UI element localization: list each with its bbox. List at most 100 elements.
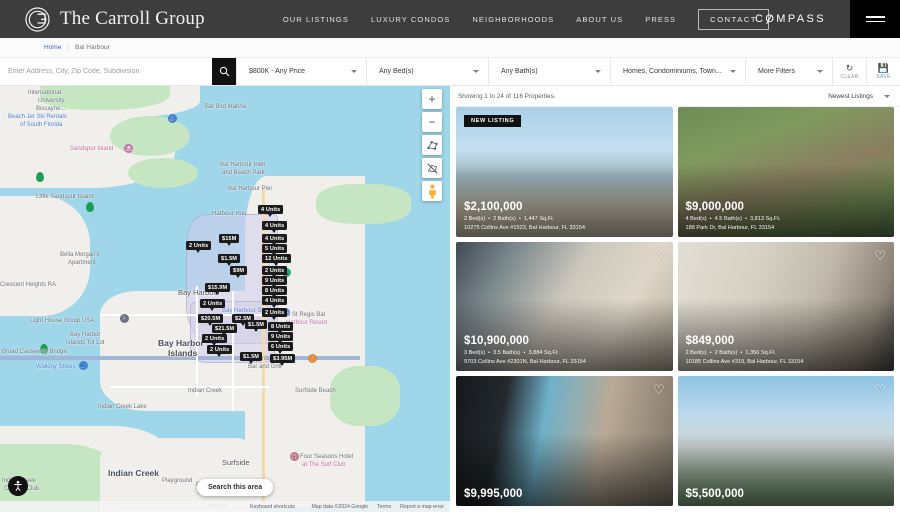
map-listing-marker[interactable]: $21.5M — [212, 324, 237, 333]
map-listing-marker[interactable]: $15M — [219, 234, 239, 243]
hamburger-menu-icon[interactable] — [850, 0, 900, 38]
map-report-error-link[interactable]: Report a map error — [400, 504, 444, 510]
nav-item-press[interactable]: PRESS — [645, 15, 676, 24]
chevron-down-icon — [817, 70, 823, 73]
listing-card[interactable]: $9,000,0004 Bed(s)•4.5 Bath(s)•3,813 Sq.… — [678, 107, 895, 237]
map-terms-link[interactable]: Terms — [377, 504, 391, 510]
accessibility-button[interactable] — [8, 476, 28, 496]
save-search-button[interactable]: 💾 SAVE — [866, 58, 900, 85]
favorite-heart-icon[interactable]: ♡ — [653, 249, 665, 262]
map-listing-marker[interactable]: 2 Units — [186, 241, 211, 250]
nav-item-our-listings[interactable]: OUR LISTINGS — [283, 15, 349, 24]
map-listing-marker[interactable]: 9 Units — [262, 276, 287, 285]
compass-logo[interactable]: COMPASS — [755, 13, 826, 25]
map-panel[interactable]: ⚓ ⛱ ⚐ 👟 🛒 ⛺ 🍴 🏨 InternationalUniversityB… — [0, 86, 450, 512]
map-listing-marker[interactable]: 6 Units — [268, 342, 293, 351]
map-poi-shoes-icon[interactable]: 👟 — [79, 361, 88, 370]
map-listing-marker[interactable]: $1.5M — [240, 352, 262, 361]
map-listing-marker[interactable]: 8 Units — [262, 286, 287, 295]
listing-card[interactable]: ♡$849,0002 Bed(s)•2 Bath(s)•1,356 Sq.Ft.… — [678, 242, 895, 372]
map-poi-hotel-icon[interactable]: 🏨 — [290, 452, 299, 461]
map-listing-marker[interactable]: 2 Units — [262, 308, 287, 317]
map-poi-island-icon[interactable]: ⛱ — [124, 144, 133, 153]
chevron-down-icon — [351, 70, 357, 73]
map-listing-marker[interactable]: $9M — [230, 266, 247, 275]
map-footer: Keyboard shortcuts Map data ©2024 Google… — [0, 501, 450, 512]
map-listing-marker[interactable]: 2 Units — [200, 299, 225, 308]
listing-card[interactable]: ♡$9,995,000 — [456, 376, 673, 506]
accessibility-icon — [12, 480, 24, 492]
map-listing-marker[interactable]: 4 Units — [262, 296, 287, 305]
search-icon — [219, 66, 230, 77]
spec-separator: • — [740, 350, 742, 356]
map-listing-marker[interactable]: 4 Units — [262, 234, 287, 243]
search-input[interactable] — [0, 58, 212, 85]
map-poi-totlot-pin[interactable] — [40, 344, 48, 354]
listing-card[interactable]: NEW LISTING $2,100,0002 Bed(s)•2 Bath(s)•… — [456, 107, 673, 237]
listing-address: 9703 Collins Ave #2301N, Bal Harbour, FL… — [464, 359, 665, 365]
map-keyboard-shortcuts[interactable]: Keyboard shortcuts — [250, 504, 295, 510]
breadcrumb-home-link[interactable]: Home — [44, 44, 61, 51]
filter-baths-value: Any Bath(s) — [501, 68, 538, 75]
map-landmass-west — [0, 196, 90, 316]
filter-price-dropdown[interactable]: $800K - Any Price — [236, 58, 366, 85]
map-listing-marker[interactable]: 9 Units — [268, 332, 293, 341]
map-erase-shape-button[interactable] — [422, 158, 442, 178]
map-zoom-in-button[interactable]: + — [422, 89, 442, 109]
map-listing-marker[interactable]: 5 Units — [262, 244, 287, 253]
filter-beds-dropdown[interactable]: Any Bed(s) — [366, 58, 488, 85]
nav-item-neighborhoods[interactable]: NEIGHBORHOODS — [472, 15, 554, 24]
map-listing-marker[interactable]: $1.5M — [218, 254, 240, 263]
search-button[interactable] — [212, 58, 236, 85]
listing-baths: 2 Bath(s) — [493, 216, 516, 222]
new-listing-badge: NEW LISTING — [464, 115, 521, 127]
listing-price: $10,900,000 — [464, 335, 665, 347]
map-controls: + − — [422, 89, 442, 201]
map-listing-marker[interactable]: $20.5M — [198, 314, 223, 323]
breadcrumb-current: Bal Harbour — [75, 44, 110, 51]
brand-logo[interactable]: The Carroll Group — [24, 6, 205, 33]
listing-card[interactable]: ♡$10,900,0003 Bed(s)•3.5 Bath(s)•3,884 S… — [456, 242, 673, 372]
favorite-heart-icon[interactable]: ♡ — [874, 249, 886, 262]
map-poi-store-icon[interactable]: ⚐ — [120, 314, 129, 323]
map-street-view-pegman-button[interactable] — [422, 181, 442, 201]
spec-separator: • — [523, 350, 525, 356]
map-listing-marker[interactable]: $3.95M — [270, 354, 295, 363]
listings-header: Showing 1 to 24 of 116 Properties. Newes… — [450, 86, 900, 107]
filter-more-filters-dropdown[interactable]: More Filters — [745, 58, 832, 85]
favorite-heart-icon[interactable]: ♡ — [874, 383, 886, 396]
map-poi-restaurant-icon[interactable]: 🍴 — [308, 354, 317, 363]
map-listing-marker[interactable]: 2 Units — [262, 266, 287, 275]
map-listing-marker[interactable]: $1.5M — [245, 320, 267, 329]
hamburger-bar-bottom — [866, 21, 885, 23]
map-listing-marker[interactable]: 4 Units — [258, 205, 283, 214]
map-poi-park-pin[interactable] — [86, 202, 94, 212]
listing-card[interactable]: ♡$5,500,000 — [678, 376, 895, 506]
filter-baths-dropdown[interactable]: Any Bath(s) — [488, 58, 610, 85]
map-draw-polygon-button[interactable] — [422, 135, 442, 155]
map-poi-park-pin[interactable] — [36, 172, 44, 182]
map-listing-marker[interactable]: $15.9M — [205, 283, 230, 292]
map-listing-marker[interactable]: 8 Units — [268, 322, 293, 331]
clear-filters-button[interactable]: ↻ CLEAR — [832, 58, 866, 85]
draw-polygon-icon — [426, 139, 439, 152]
listing-price: $2,100,000 — [464, 201, 665, 213]
search-this-area-button[interactable]: Search this area — [197, 479, 273, 496]
map-road-causeway — [0, 356, 360, 360]
map-green-southeast — [330, 366, 400, 426]
map-listing-marker[interactable]: 12 Units — [262, 254, 291, 263]
map-listing-marker[interactable]: 2 Units — [207, 345, 232, 354]
listings-sort-dropdown[interactable]: Newest Listings — [828, 93, 890, 100]
filter-property-type-dropdown[interactable]: Homes, Condominiums, Town... — [610, 58, 745, 85]
nav-item-luxury-condos[interactable]: LUXURY CONDOS — [371, 15, 450, 24]
street-view-pegman-icon — [426, 184, 439, 199]
brand-name: The Carroll Group — [60, 8, 205, 30]
filter-bar: $800K - Any Price Any Bed(s) Any Bath(s)… — [0, 58, 900, 86]
nav-item-about-us[interactable]: ABOUT US — [576, 15, 623, 24]
map-zoom-out-button[interactable]: − — [422, 112, 442, 132]
map-listing-marker[interactable]: 4 Units — [262, 221, 287, 230]
map-listing-marker[interactable]: 2 Units — [202, 334, 227, 343]
map-poi-marina-icon[interactable]: ⚓ — [168, 114, 177, 123]
listing-info: $2,100,0002 Bed(s)•2 Bath(s)•1,447 Sq.Ft… — [464, 201, 665, 231]
favorite-heart-icon[interactable]: ♡ — [653, 383, 665, 396]
